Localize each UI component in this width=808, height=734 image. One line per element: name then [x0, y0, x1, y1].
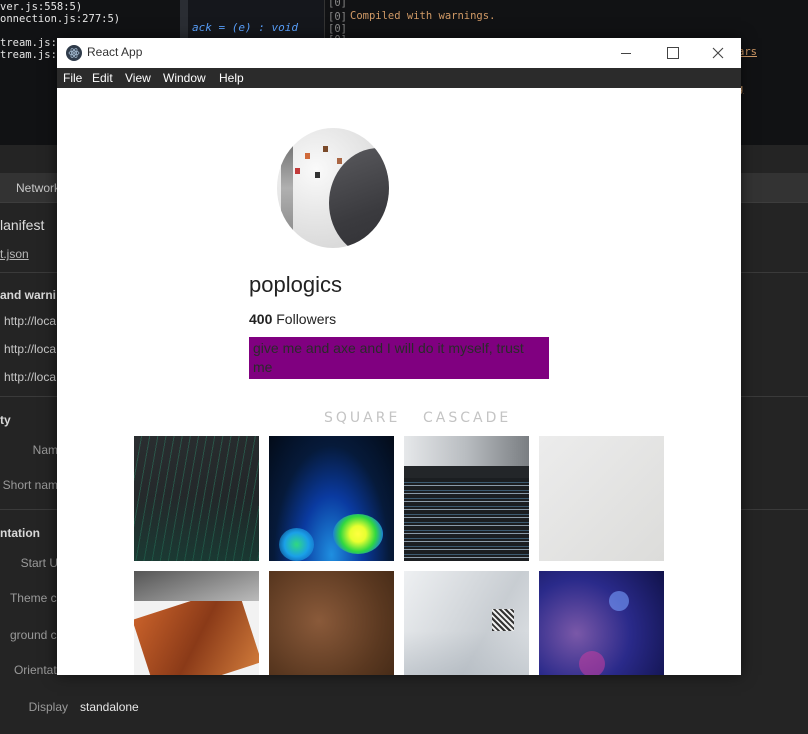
menu-help[interactable]: Help — [219, 71, 244, 85]
gallery-image[interactable] — [269, 436, 394, 561]
follower-label: Followers — [276, 311, 337, 327]
follower-count: 400 Followers — [249, 311, 336, 327]
gallery-image[interactable] — [404, 571, 529, 675]
close-button[interactable] — [695, 38, 741, 68]
photo-gallery — [134, 436, 664, 675]
menu-view[interactable]: View — [125, 71, 151, 85]
gallery-image[interactable] — [539, 571, 664, 675]
start-url-label: Start U — [20, 556, 58, 570]
warning-url[interactable]: http://loca — [4, 314, 56, 328]
manifest-heading: lanifest — [0, 217, 45, 233]
react-app-window: React App File Edit View Window Help pop… — [57, 38, 741, 675]
terminal-log-line: onnection.js:277:5) — [0, 13, 121, 25]
warning-url[interactable]: http://loca — [4, 370, 56, 384]
compile-status: Compiled with warnings. — [350, 10, 496, 22]
tab-cascade[interactable]: CASCADE — [423, 410, 511, 426]
gallery-image[interactable] — [134, 571, 259, 675]
menu-file[interactable]: File — [63, 71, 82, 85]
display-label: Display — [28, 700, 68, 714]
identity-heading: ty — [0, 413, 11, 427]
gallery-image[interactable] — [134, 436, 259, 561]
display-value: standalone — [80, 700, 139, 714]
menu-bar: File Edit View Window Help — [57, 68, 741, 88]
gallery-image[interactable] — [269, 571, 394, 675]
name-label: Nam — [32, 443, 58, 457]
profile-username: poplogics — [249, 272, 342, 297]
presentation-heading: ntation — [0, 526, 40, 540]
terminal-log-line: tream.js:4 — [0, 49, 64, 61]
terminal-log-line: ver.js:558:5) — [0, 1, 83, 13]
warning-url[interactable]: http://loca — [4, 342, 56, 356]
gallery-image[interactable] — [404, 436, 529, 561]
gallery-image[interactable] — [539, 436, 664, 561]
close-icon — [712, 47, 724, 59]
maximize-button[interactable] — [649, 38, 695, 68]
manifest-link[interactable]: t.json — [0, 247, 29, 261]
follower-number: 400 — [249, 311, 273, 327]
warnings-heading: and warni — [0, 288, 57, 302]
editor-code-line: ack = (e) : void — [192, 21, 298, 34]
profile-avatar — [277, 128, 389, 248]
gutter-mark: [0] — [328, 11, 347, 23]
minimize-button[interactable] — [603, 38, 649, 68]
tab-network[interactable]: Network — [16, 181, 60, 195]
profile-page: poplogics 400 Followers give me and axe … — [57, 88, 741, 675]
electron-icon — [66, 45, 82, 61]
title-bar[interactable]: React App — [57, 38, 741, 68]
window-title: React App — [87, 45, 143, 59]
gutter-mark: [0] — [328, 0, 347, 9]
menu-edit[interactable]: Edit — [92, 71, 113, 85]
profile-bio: give me and axe and I will do it myself,… — [249, 337, 549, 379]
menu-window[interactable]: Window — [163, 71, 206, 85]
tab-square[interactable]: SQUARE — [324, 410, 400, 426]
short-name-label: Short nam — [2, 478, 58, 492]
